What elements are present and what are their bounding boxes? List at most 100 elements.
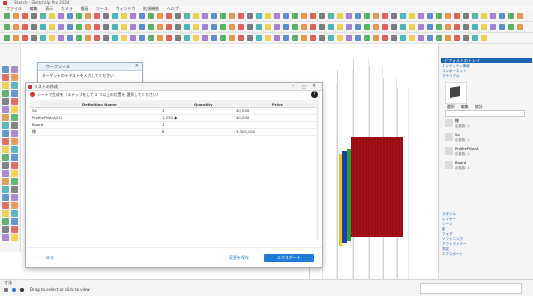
tool-icon[interactable] [11, 202, 18, 209]
toolbar-button-icon[interactable] [22, 35, 28, 41]
tool-icon[interactable] [2, 202, 9, 209]
toolbar-button-icon[interactable] [76, 35, 82, 41]
tool-icon[interactable] [11, 74, 18, 81]
toolbar-button-icon[interactable] [400, 13, 406, 19]
tool-icon[interactable] [11, 162, 18, 169]
list-dialog[interactable]: リストの作成 – □ × シートで生成を（ステップをして 2 つ以上の位置を 選… [25, 82, 323, 268]
tool-icon[interactable] [11, 210, 18, 217]
tool-icon[interactable] [2, 226, 9, 233]
toolbar-button-icon[interactable] [247, 13, 253, 19]
tool-icon[interactable] [2, 194, 9, 201]
toolbar-button-icon[interactable] [148, 24, 154, 30]
back-window[interactable]: ワークツール × ターゲットのテキストを入力してください [37, 62, 143, 84]
toolbar-button-icon[interactable] [427, 35, 433, 41]
toolbar-button-icon[interactable] [310, 35, 316, 41]
toolbar-button-icon[interactable] [58, 24, 64, 30]
toolbar-button-icon[interactable] [355, 13, 361, 19]
toolbar-button-icon[interactable] [49, 24, 55, 30]
toolbar-button-icon[interactable] [238, 24, 244, 30]
toolbar-button-icon[interactable] [256, 24, 262, 30]
toolbar-button-icon[interactable] [121, 35, 127, 41]
toolbar-button-icon[interactable] [22, 24, 28, 30]
toolbar-button-icon[interactable] [355, 35, 361, 41]
toolbar-button-icon[interactable] [400, 24, 406, 30]
component-list-item[interactable]: Board 定義数: 1 [445, 160, 525, 172]
toolbar-button-icon[interactable] [328, 24, 334, 30]
tool-icon[interactable] [2, 130, 9, 137]
toolbar-button-icon[interactable] [373, 24, 379, 30]
toolbar-button-icon[interactable] [400, 35, 406, 41]
toolbar-button-icon[interactable] [184, 24, 190, 30]
toolbar-button-icon[interactable] [103, 13, 109, 19]
toolbar-button-icon[interactable] [418, 13, 424, 19]
tool-icon[interactable] [11, 106, 18, 113]
toolbar-button-icon[interactable] [193, 24, 199, 30]
toolbar-button-icon[interactable] [418, 24, 424, 30]
export-button[interactable]: エクスポート [264, 254, 314, 262]
toolbar-button-icon[interactable] [292, 35, 298, 41]
toolbar-button-icon[interactable] [166, 24, 172, 30]
toolbar-button-icon[interactable] [283, 24, 289, 30]
toolbar-button-icon[interactable] [22, 13, 28, 19]
tool-icon[interactable] [11, 218, 18, 225]
toolbar-button-icon[interactable] [211, 24, 217, 30]
toolbar-button-icon[interactable] [427, 24, 433, 30]
tray-section[interactable]: エンティティ情報 [442, 64, 470, 68]
toolbar-button-icon[interactable] [49, 35, 55, 41]
tool-icon[interactable] [2, 98, 9, 105]
toolbar-button-icon[interactable] [499, 24, 505, 30]
tray-section[interactable]: 測定 [442, 247, 449, 251]
cell-price[interactable]: 3,300,000 [236, 129, 255, 135]
component-list-item[interactable]: Sa 定義数: 1 [445, 132, 525, 144]
save-changes-button[interactable]: 変更を保存 [222, 254, 256, 262]
toolbar-button-icon[interactable] [364, 13, 370, 19]
tool-icon[interactable] [2, 146, 9, 153]
tray-section[interactable]: エクスポート [442, 252, 463, 256]
toolbar-button-icon[interactable] [292, 13, 298, 19]
toolbar-button-icon[interactable] [166, 35, 172, 41]
tray-section[interactable]: コンポーネント [442, 69, 467, 73]
toolbar-button-icon[interactable] [31, 13, 37, 19]
toolbar-button-icon[interactable] [157, 24, 163, 30]
tray-section[interactable]: レイヤー [442, 217, 456, 221]
tool-icon[interactable] [2, 154, 9, 161]
toolbar-button-icon[interactable] [346, 35, 352, 41]
toolbar-button-icon[interactable] [13, 13, 19, 19]
tool-icon[interactable] [11, 138, 18, 145]
toolbar-button-icon[interactable] [256, 13, 262, 19]
tool-icon[interactable] [2, 218, 9, 225]
minimize-icon[interactable]: – [292, 83, 295, 90]
toolbar-button-icon[interactable] [13, 35, 19, 41]
toolbar-button-icon[interactable] [517, 24, 523, 30]
toolbar-button-icon[interactable] [220, 35, 226, 41]
tool-icon[interactable] [11, 130, 18, 137]
tool-icon[interactable] [2, 234, 9, 241]
component-search-input[interactable] [445, 110, 525, 117]
toolbar-button-icon[interactable] [472, 35, 478, 41]
toolbar-button-icon[interactable] [229, 13, 235, 19]
toolbar-button-icon[interactable] [256, 35, 262, 41]
toolbar-button-icon[interactable] [238, 13, 244, 19]
toolbar-button-icon[interactable] [463, 35, 469, 41]
tool-icon[interactable] [11, 226, 18, 233]
toolbar-button-icon[interactable] [508, 24, 514, 30]
user-icon[interactable] [20, 288, 24, 292]
toolbar-button-icon[interactable] [130, 24, 136, 30]
cell-quantity[interactable]: 1 [162, 122, 164, 128]
toolbar-button-icon[interactable] [490, 13, 496, 19]
toolbar-button-icon[interactable] [238, 35, 244, 41]
table-row[interactable]: Sa 1 40,000 [30, 108, 316, 115]
tool-icon[interactable] [11, 154, 18, 161]
cell-quantity[interactable]: 1 [162, 108, 164, 114]
toolbar-button-icon[interactable] [193, 13, 199, 19]
toolbar-button-icon[interactable] [103, 24, 109, 30]
toolbar-button-icon[interactable] [139, 24, 145, 30]
toolbar-button-icon[interactable] [112, 24, 118, 30]
toolbar-button-icon[interactable] [85, 24, 91, 30]
toolbar-button-icon[interactable] [454, 35, 460, 41]
toolbar-button-icon[interactable] [301, 35, 307, 41]
tray-section[interactable]: 影 [442, 227, 446, 231]
tray-section[interactable]: マテリアル [442, 74, 459, 78]
tool-icon[interactable] [11, 90, 18, 97]
toolbar-button-icon[interactable] [121, 24, 127, 30]
